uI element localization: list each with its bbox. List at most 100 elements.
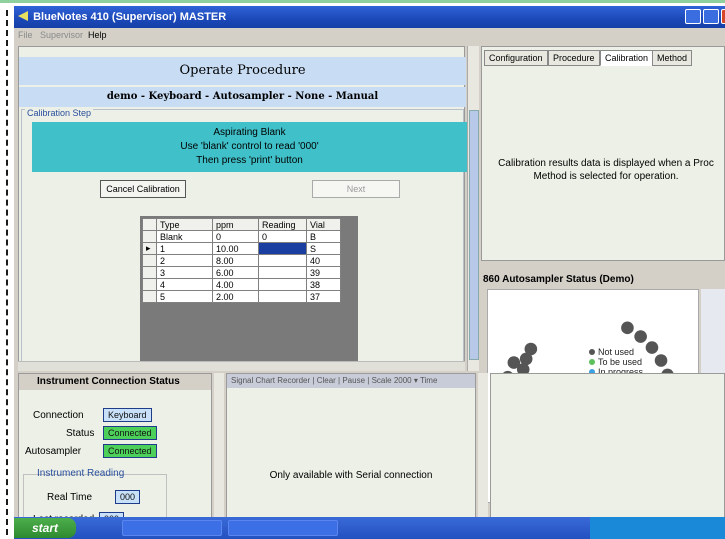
horizontal-scrollbar[interactable] [18,361,465,371]
maximize-button[interactable] [703,9,719,24]
menu-bar: File Supervisor Help [14,28,725,42]
cell-vial[interactable]: 37 [306,290,341,303]
row-selector[interactable] [142,278,157,291]
cell-type[interactable]: 4 [156,278,213,291]
tab-procedure[interactable]: Procedure [548,50,600,66]
autosampler-label: Autosampler [25,446,82,457]
table-row[interactable]: 4 4.00 38 [142,278,341,291]
next-button[interactable]: Next [312,180,400,198]
vertical-scrollbar[interactable] [467,46,479,371]
start-button[interactable]: start [14,518,76,538]
cell-type[interactable]: 5 [156,290,213,303]
operate-procedure-pane: Operate Procedure demo - Keyboard - Auto… [18,46,467,371]
chart-recorder-scrollbar[interactable] [478,373,488,523]
scale-select[interactable]: 2000 [394,376,412,385]
message-line: Aspirating Blank [213,127,286,138]
current-row-indicator[interactable]: ▸ [142,242,157,255]
calibration-info-text: Calibration results data is displayed wh… [486,157,725,183]
close-button[interactable] [721,9,725,24]
page-title: Operate Procedure [19,57,466,85]
system-tray [590,517,725,539]
taskbar-item[interactable] [228,520,338,536]
connection-panel-scrollbar[interactable] [214,373,224,523]
cell-ppm[interactable]: 2.00 [212,290,259,303]
message-line: Use 'blank' control to read '000' [180,141,319,152]
bottom-right-panel [490,373,725,523]
info-line: Calibration results data is displayed wh… [498,158,714,169]
cell-ppm[interactable]: 0 [212,230,259,243]
cell-reading[interactable] [258,290,307,303]
tab-calibration[interactable]: Calibration [600,50,654,66]
results-pane: Configuration Procedure Calibration Meth… [481,46,725,261]
legend-swatch [589,349,595,355]
cell-type[interactable]: 1 [156,242,213,255]
table-row[interactable]: 5 2.00 37 [142,290,341,303]
taskbar-item[interactable] [122,520,222,536]
cell-ppm[interactable]: 8.00 [212,254,259,267]
cell-type[interactable]: 3 [156,266,213,279]
realtime-value: 000 [115,490,141,504]
cell-ppm[interactable]: 6.00 [212,266,259,279]
serial-only-message: Only available with Serial connection [269,470,433,481]
connection-label: Connection [33,410,84,421]
scale-label: Scale [371,376,392,385]
menu-supervisor[interactable]: Supervisor [40,28,83,42]
chart-recorder-toolbar: Signal Chart Recorder | Clear | Pause | … [227,374,475,388]
cancel-calibration-button[interactable]: Cancel Calibration [100,180,186,198]
cell-reading[interactable] [258,266,307,279]
chart-recorder-panel: Signal Chart Recorder | Clear | Pause | … [226,373,476,523]
clear-button[interactable]: Clear [317,376,336,385]
minimize-button[interactable] [685,9,701,24]
pause-button[interactable]: Pause [342,376,365,385]
column-header-ppm[interactable]: ppm [212,218,259,231]
table-row[interactable]: 3 6.00 39 [142,266,341,279]
table-row[interactable]: ▸ 1 10.00 S [142,242,341,255]
sample-position [645,341,659,354]
row-selector[interactable] [142,290,157,303]
autosampler-badge: Connected [103,444,157,458]
legend-swatch [589,359,595,365]
cell-vial[interactable]: 40 [306,254,341,267]
scrollbar-thumb[interactable] [469,110,479,360]
menu-file[interactable]: File [18,28,33,42]
cell-ppm[interactable]: 4.00 [212,278,259,291]
cell-reading[interactable] [258,254,307,267]
taskbar: start [14,517,725,539]
cell-ppm[interactable]: 10.00 [212,242,259,255]
row-selector[interactable] [142,266,157,279]
tab-method[interactable]: Method [652,50,693,66]
message-line: Then press 'print' button [196,155,303,166]
row-selector[interactable] [142,230,157,243]
column-header-reading[interactable]: Reading [258,218,307,231]
status-label: Status [66,428,95,439]
realtime-label: Real Time [47,492,93,503]
chart-recorder-label: Signal Chart Recorder [231,376,311,385]
cell-type[interactable]: Blank [156,230,213,243]
legend-label: Not used [598,347,634,357]
info-line: Method is selected for operation. [533,171,679,182]
cell-type[interactable]: 2 [156,254,213,267]
screenshot-frame: BlueNotes 410 (Supervisor) MASTER File S… [0,0,725,539]
cell-reading[interactable]: 0 [258,230,307,243]
cell-vial[interactable]: S [306,242,341,255]
column-header-type[interactable]: Type [156,218,213,231]
sample-position [634,330,647,343]
row-selector[interactable] [142,254,157,267]
tab-configuration[interactable]: Configuration [484,50,548,66]
calibration-step-label: Calibration Step [25,108,94,118]
table-row[interactable]: 2 8.00 40 [142,254,341,267]
app-icon [18,11,28,21]
cell-vial[interactable]: 39 [306,266,341,279]
column-header-vial[interactable]: Vial [306,218,341,231]
menu-help[interactable]: Help [88,28,107,42]
calibration-message: Aspirating Blank Use 'blank' control to … [32,122,467,172]
calibration-table-area: Type ppm Reading Vial Blank 0 0 B ▸ 1 10… [140,216,358,368]
cell-reading-selected[interactable] [258,242,307,255]
cell-reading[interactable] [258,278,307,291]
table-row[interactable]: Blank 0 0 B [142,230,341,243]
calibration-table: Type ppm Reading Vial Blank 0 0 B ▸ 1 10… [142,218,341,303]
legend-label: To be used [598,357,642,367]
cell-vial[interactable]: B [306,230,341,243]
window-title: BlueNotes 410 (Supervisor) MASTER [33,11,227,23]
cell-vial[interactable]: 38 [306,278,341,291]
